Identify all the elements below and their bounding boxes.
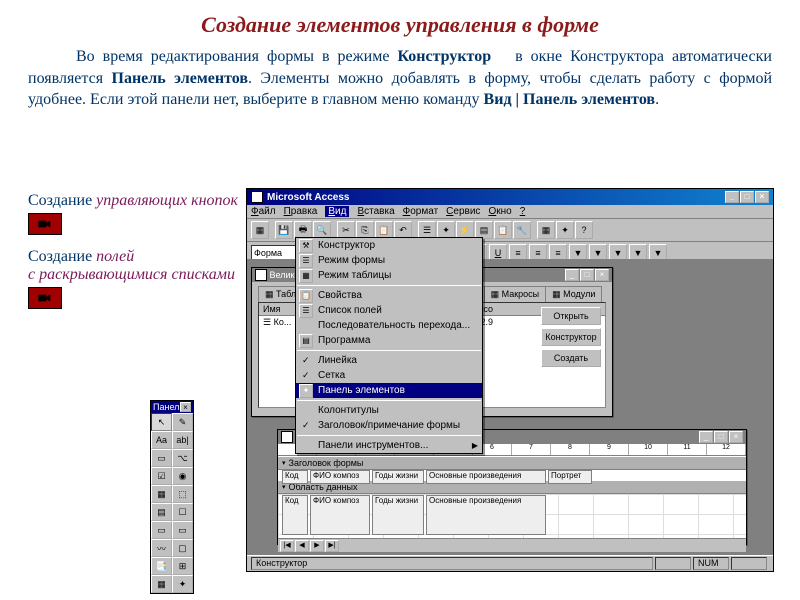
dbwin-button[interactable]: ▦ [537,221,555,239]
toolbox-tool-4[interactable]: ▭ [151,449,172,467]
menu-item[interactable]: ☰Список полей [296,303,482,318]
menu-item[interactable]: ☰Режим формы [296,253,482,268]
minimize-button[interactable]: _ [725,191,739,203]
toolbox-tool-17[interactable]: ⊞ [172,557,193,575]
view-button[interactable]: ▦ [251,221,269,239]
toolbox-tool-19[interactable]: ✦ [172,575,193,593]
link-combobox[interactable]: Создание полей с раскрывающимися спискам… [28,248,238,284]
toolbox-title[interactable]: Панел × [151,401,193,413]
db-open-button[interactable]: Открыть [541,307,601,325]
access-window: Microsoft Access _ □ × Файл Правка Вид Вста… [246,188,774,572]
toolbox-tool-15[interactable]: ▢ [172,539,193,557]
db-close[interactable]: × [595,269,609,281]
nav-prev[interactable]: ◀ [295,540,309,552]
db-tab[interactable]: ▦ Модули [545,286,602,302]
form-detail-grid[interactable]: Код ФИО композ Годы жизни Основные произ… [278,494,746,538]
help-button[interactable]: ? [575,221,593,239]
section-header[interactable]: ▾Заголовок формы [278,456,746,470]
slide-paragraph: Во время редактирования формы в режиме К… [28,46,772,111]
toolbox-tool-3[interactable]: ab| [172,431,193,449]
toolbox-tool-11[interactable]: ☐ [172,503,193,521]
menu-separator [297,400,481,401]
nav-next[interactable]: ▶ [310,540,324,552]
newobj-button[interactable]: ✦ [556,221,574,239]
menu-item[interactable]: ▦Режим таблицы [296,268,482,283]
menu-item[interactable]: 📋Свойства [296,288,482,303]
video-icon-2[interactable] [28,287,62,309]
menu-separator [297,285,481,286]
menu-separator [297,435,481,436]
menu-item[interactable]: ✓Линейка [296,353,482,368]
menu-Файл[interactable]: Файл [251,206,276,217]
form-min[interactable]: _ [699,431,713,443]
toolbox-tool-18[interactable]: ▦ [151,575,172,593]
menu-item[interactable]: ✓Сетка [296,368,482,383]
record-navigator[interactable]: |◀ ◀ ▶ ▶| [278,538,746,552]
toolbox-tool-2[interactable]: Aa [151,431,172,449]
db-max[interactable]: □ [580,269,594,281]
menu-Вставка[interactable]: Вставка [357,206,394,217]
toolbox-tool-0[interactable]: ↖ [151,413,172,431]
side-links: Создание управляющих кнопок Создание пол… [28,192,238,312]
app-icon [251,191,263,203]
menu-Формат[interactable]: Формат [403,206,439,217]
view-menu-dropdown[interactable]: ⚒Конструктор☰Режим формы▦Режим таблицы 📋С… [295,237,483,454]
save-button[interactable]: 💾 [275,221,293,239]
menu-item[interactable]: Колонтитулы [296,403,482,418]
db-new-button[interactable]: Создать [541,349,601,367]
menu-?[interactable]: ? [520,206,526,217]
app-title: Microsoft Access [267,192,349,203]
toolbox-tool-1[interactable]: ✎ [172,413,193,431]
menu-item[interactable]: ✦Панель элементов [296,383,482,398]
form-close[interactable]: × [729,431,743,443]
toolbox-tool-16[interactable]: 📑 [151,557,172,575]
maximize-button[interactable]: □ [740,191,754,203]
props-button[interactable]: 📋 [494,221,512,239]
slide-title: Создание элементов управления в форме [28,12,772,38]
nav-first[interactable]: |◀ [280,540,294,552]
menu-item[interactable]: ✓Заголовок/примечание формы [296,418,482,433]
menu-item[interactable]: Панели инструментов...▶ [296,438,482,453]
toolbox-tool-6[interactable]: ☑ [151,467,172,485]
form-header-grid[interactable]: Код ФИО композ Годы жизни Основные произ… [278,470,746,480]
toolbox-tool-10[interactable]: ▤ [151,503,172,521]
toolbox-tool-14[interactable]: 〰 [151,539,172,557]
menubar[interactable]: Файл Правка Вид Вставка Формат Сервис Окно? [247,205,773,219]
toolbox-tool-8[interactable]: ▦ [151,485,172,503]
toolbox-palette[interactable]: Панел × ↖✎Aaab|▭⌥☑◉▦⬚▤☐▭▭〰▢📑⊞▦✦ [150,400,194,594]
nav-last[interactable]: ▶| [325,540,339,552]
build-button[interactable]: 🔧 [513,221,531,239]
menu-Правка[interactable]: Правка [284,206,318,217]
form-icon [281,431,293,443]
toolbox-tool-9[interactable]: ⬚ [172,485,193,503]
close-button[interactable]: × [755,191,769,203]
db-design-button[interactable]: Конструктор [541,328,601,346]
menu-separator [297,350,481,351]
form-max[interactable]: □ [714,431,728,443]
video-icon-1[interactable] [28,213,62,235]
statusbar: Конструктор NUM [247,555,773,571]
toolbox-tool-5[interactable]: ⌥ [172,449,193,467]
toolbox-tool-12[interactable]: ▭ [151,521,172,539]
menu-Сервис[interactable]: Сервис [446,206,480,217]
menu-item[interactable]: Последовательность перехода... [296,318,482,333]
menu-item[interactable]: ▤Программа [296,333,482,348]
app-titlebar[interactable]: Microsoft Access _ □ × [247,189,773,205]
menu-Окно[interactable]: Окно [488,206,511,217]
link-buttons[interactable]: Создание управляющих кнопок [28,192,238,210]
menu-item[interactable]: ⚒Конструктор [296,238,482,253]
toolbox-tool-13[interactable]: ▭ [172,521,193,539]
toolbox-tool-7[interactable]: ◉ [172,467,193,485]
menu-Вид[interactable]: Вид [325,206,349,217]
close-icon[interactable]: × [180,402,191,412]
db-min[interactable]: _ [565,269,579,281]
db-tab[interactable]: ▦ Макросы [484,286,547,302]
db-icon [255,269,267,281]
